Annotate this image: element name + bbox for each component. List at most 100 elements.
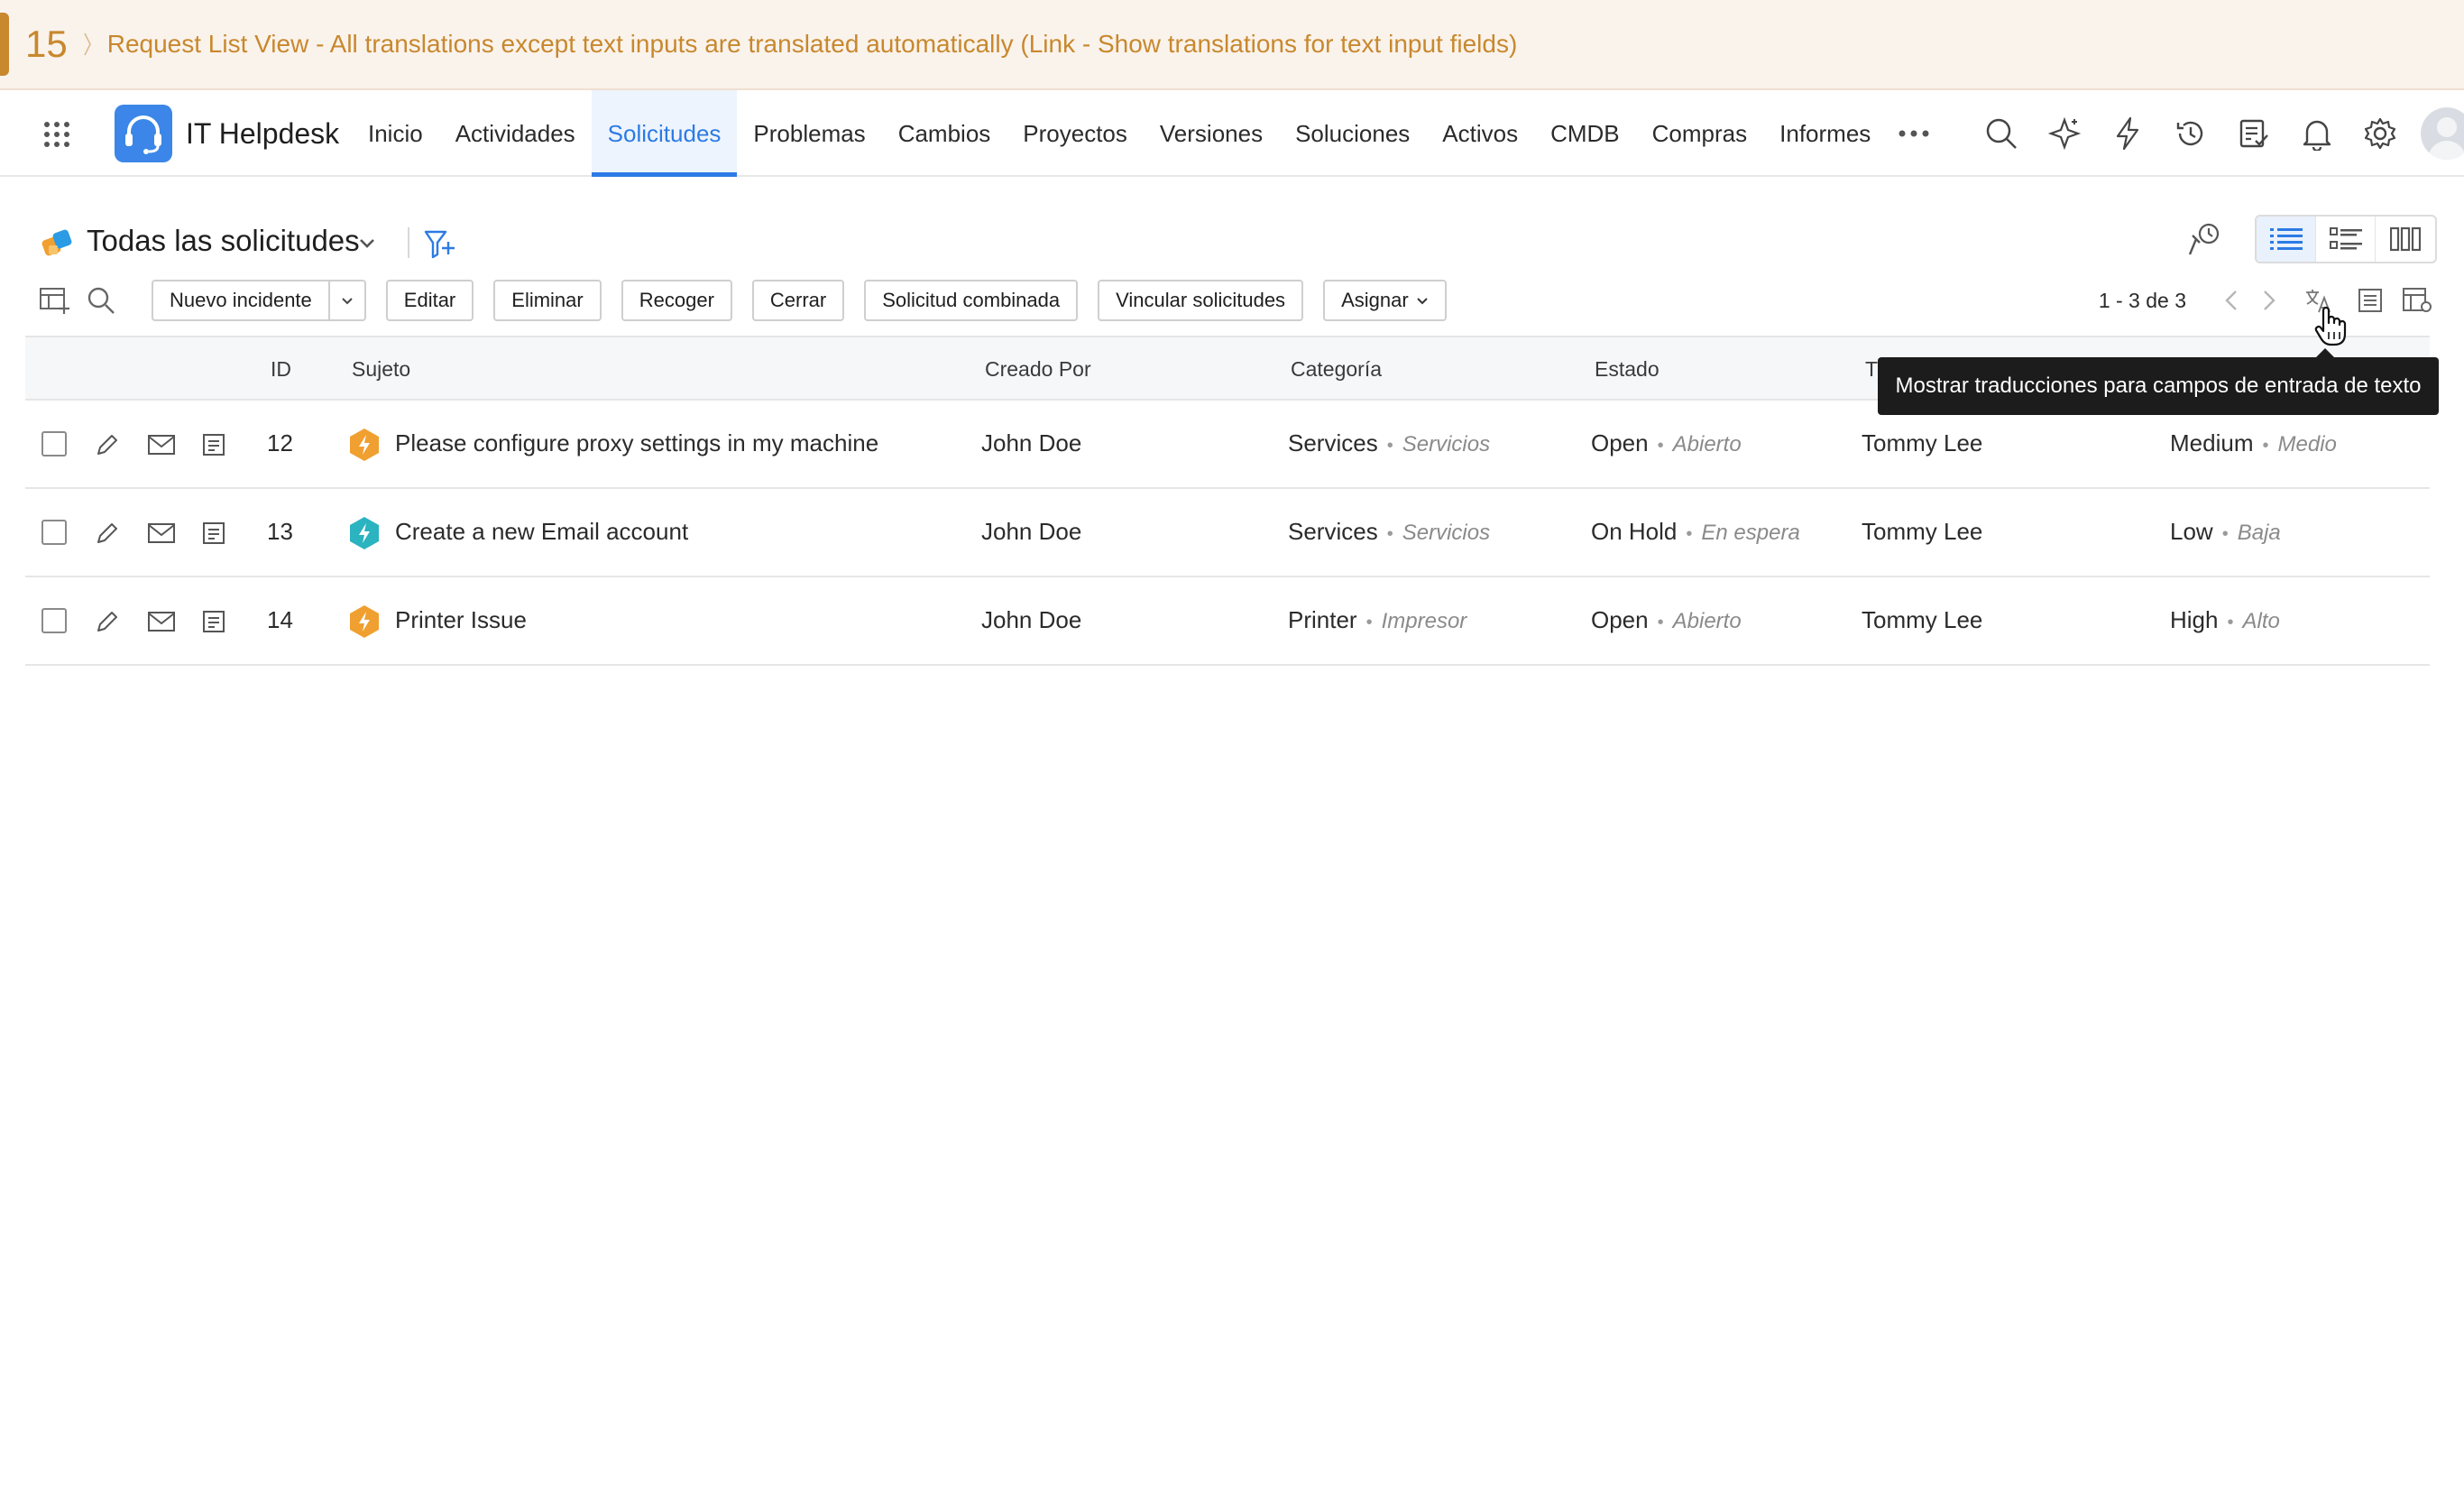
new-incident-dropdown-icon[interactable]	[329, 280, 366, 321]
new-incident-split-button: Nuevo incidente	[152, 280, 366, 321]
separator-dot: •	[1657, 613, 1664, 632]
banner-accent	[0, 13, 9, 76]
card-view-icon[interactable]	[2316, 217, 2376, 262]
assign-button[interactable]: Asignar	[1323, 280, 1447, 321]
helpdesk-logo[interactable]	[115, 105, 172, 162]
layout-switcher	[2255, 215, 2437, 263]
nav-item-activos[interactable]: Activos	[1426, 90, 1534, 177]
priority-value: Medium	[2170, 429, 2254, 456]
notes-icon[interactable]	[198, 429, 229, 460]
notes-icon[interactable]	[198, 518, 229, 549]
row-checkbox[interactable]	[41, 520, 67, 545]
table-row[interactable]: 14 Printer Issue John Doe Printer • Impres…	[25, 577, 2430, 666]
priority-translation: Medio	[2277, 432, 2337, 456]
column-header-created-by[interactable]: Creado Por	[985, 357, 1091, 382]
merge-request-button[interactable]: Solicitud combinada	[864, 280, 1079, 321]
new-incident-button[interactable]: Nuevo incidente	[152, 280, 330, 321]
details-panel-icon[interactable]	[2352, 282, 2388, 318]
nav-item-proyectos[interactable]: Proyectos	[1007, 90, 1144, 177]
view-title[interactable]: Todas las solicitudes	[87, 224, 360, 258]
ai-sparkle-icon[interactable]	[2033, 102, 2096, 165]
notifications-bell-icon[interactable]	[2285, 102, 2349, 165]
link-requests-button[interactable]: Vincular solicitudes	[1098, 280, 1304, 321]
status-value: Open	[1591, 606, 1649, 633]
apps-grid-icon[interactable]	[43, 121, 70, 148]
view-divider	[408, 227, 409, 258]
status-translation: En espera	[1701, 521, 1800, 545]
search-icon[interactable]	[1970, 102, 2033, 165]
column-header-id[interactable]: ID	[271, 357, 291, 382]
quick-actions-bolt-icon[interactable]	[2096, 102, 2159, 165]
table-search-icon[interactable]	[83, 282, 119, 318]
nav-item-cmdb[interactable]: CMDB	[1534, 90, 1636, 177]
app-name: IT Helpdesk	[186, 117, 340, 150]
tasks-icon[interactable]	[2222, 102, 2285, 165]
request-id: 13	[267, 518, 293, 545]
pickup-button[interactable]: Recoger	[621, 280, 732, 321]
add-filter-icon[interactable]	[424, 229, 456, 260]
settings-gear-icon[interactable]	[2349, 102, 2412, 165]
column-chooser-icon[interactable]	[36, 282, 72, 318]
request-id: 14	[267, 606, 293, 633]
user-avatar[interactable]	[2421, 107, 2464, 160]
pin-history-icon[interactable]	[2183, 217, 2228, 262]
history-icon[interactable]	[2159, 102, 2222, 165]
row-checkbox[interactable]	[41, 608, 67, 633]
nav-menu: Inicio Actividades Solicitudes Problemas…	[352, 90, 1941, 177]
nav-item-versiones[interactable]: Versiones	[1144, 90, 1279, 177]
nav-item-actividades[interactable]: Actividades	[439, 90, 592, 177]
separator-dot: •	[2221, 524, 2229, 544]
request-category: Printer • Impresor	[1288, 606, 1466, 634]
separator-dot: •	[1386, 436, 1393, 456]
banner-chevron-icon	[84, 32, 91, 56]
row-checkbox[interactable]	[41, 431, 67, 456]
edit-pencil-icon[interactable]	[92, 518, 123, 549]
edit-pencil-icon[interactable]	[92, 606, 123, 637]
request-module-icon	[41, 229, 72, 256]
nav-item-informes[interactable]: Informes	[1763, 90, 1887, 177]
request-category: Services • Servicios	[1288, 429, 1490, 457]
assign-chevron-down-icon	[1416, 298, 1428, 305]
next-page-icon[interactable]	[2251, 282, 2287, 318]
status-translation: Abierto	[1672, 609, 1742, 633]
nav-item-inicio[interactable]: Inicio	[352, 90, 439, 177]
close-button[interactable]: Cerrar	[751, 280, 845, 321]
list-view-icon[interactable]	[2257, 217, 2316, 262]
request-subject[interactable]: Printer Issue	[395, 606, 527, 634]
priority-value: High	[2170, 606, 2219, 633]
step-banner: 15 Request List View - All translations …	[0, 0, 2464, 90]
separator-dot: •	[1657, 436, 1664, 456]
column-header-technician[interactable]: T	[1865, 357, 1878, 382]
nav-item-problemas[interactable]: Problemas	[737, 90, 881, 177]
edit-button[interactable]: Editar	[385, 280, 474, 321]
priority-translation: Alto	[2242, 609, 2280, 633]
request-priority: High • Alto	[2170, 606, 2280, 634]
category-value: Printer	[1288, 606, 1357, 633]
kanban-view-icon[interactable]	[2376, 217, 2435, 262]
reply-mail-icon[interactable]	[146, 518, 177, 549]
translation-tooltip: Mostrar traducciones para campos de entr…	[1878, 348, 2439, 415]
nav-item-cambios[interactable]: Cambios	[882, 90, 1007, 177]
notes-icon[interactable]	[198, 606, 229, 637]
nav-item-soluciones[interactable]: Soluciones	[1279, 90, 1426, 177]
separator-dot: •	[1365, 613, 1373, 632]
view-dropdown-chevron-icon[interactable]	[357, 233, 377, 253]
reply-mail-icon[interactable]	[146, 429, 177, 460]
layout-settings-icon[interactable]	[2399, 282, 2435, 318]
request-subject[interactable]: Please configure proxy settings in my ma…	[395, 429, 878, 457]
column-header-category[interactable]: Categoría	[1291, 357, 1382, 382]
action-toolbar: Nuevo incidente Editar Eliminar Recoger …	[36, 280, 2435, 321]
request-subject[interactable]: Create a new Email account	[395, 518, 688, 546]
nav-more-icon[interactable]	[1887, 90, 1941, 177]
edit-pencil-icon[interactable]	[92, 429, 123, 460]
delete-button[interactable]: Eliminar	[493, 280, 602, 321]
prev-page-icon[interactable]	[2213, 282, 2249, 318]
table-row[interactable]: 13 Create a new Email account John Doe S…	[25, 489, 2430, 577]
column-header-subject[interactable]: Sujeto	[352, 357, 410, 382]
column-header-status[interactable]: Estado	[1595, 357, 1660, 382]
nav-item-solicitudes[interactable]: Solicitudes	[591, 90, 738, 177]
pagination: 1 - 3 de 3	[2099, 280, 2435, 321]
nav-item-compras[interactable]: Compras	[1636, 90, 1763, 177]
reply-mail-icon[interactable]	[146, 606, 177, 637]
status-value: Open	[1591, 429, 1649, 456]
